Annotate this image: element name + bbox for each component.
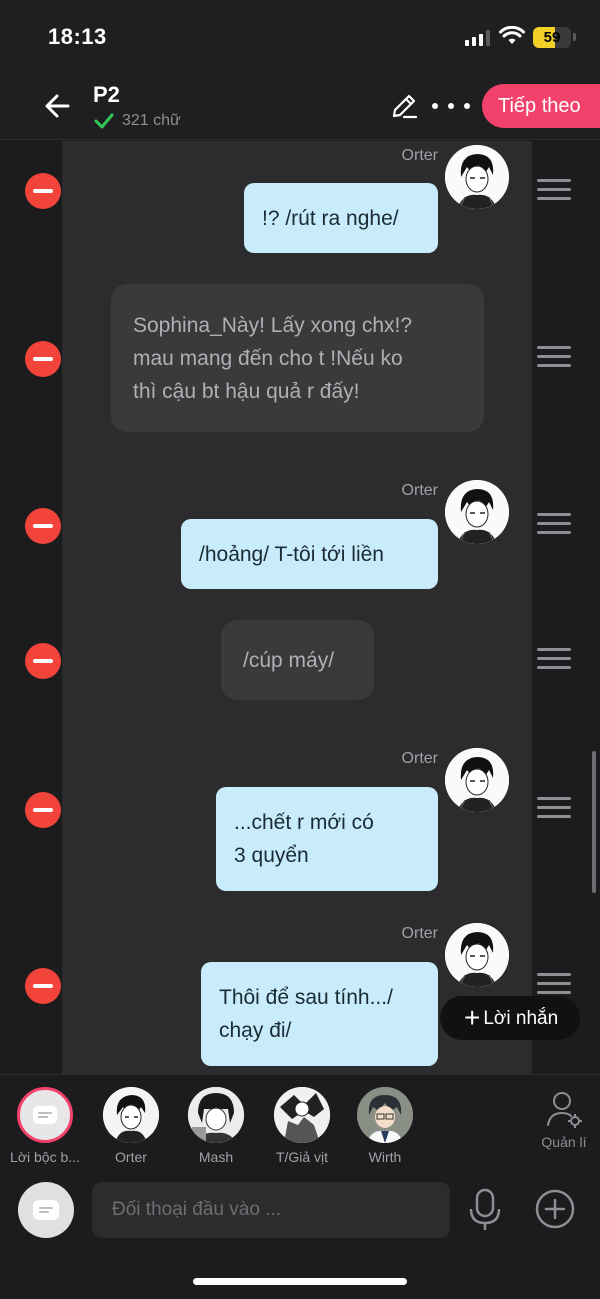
character-label: Orter — [115, 1149, 147, 1165]
character-label: Wirth — [368, 1149, 402, 1165]
message-line: !? /rút ra nghe/ — [262, 206, 399, 230]
character-label: Lời bộc b... — [10, 1149, 80, 1165]
dialogue-bubble[interactable]: Thôi để sau tính.../ chạy đi/ — [201, 962, 438, 1066]
delete-line-icon[interactable] — [25, 341, 61, 377]
dialogue-bubble[interactable]: /hoảng/ T-tôi tới liền — [181, 519, 438, 589]
chat-area[interactable]: Orter !? /rút ra nghe/Sophina_Này! Lấy xo… — [0, 141, 600, 1074]
drag-handle-icon[interactable] — [537, 797, 571, 819]
pencil-icon[interactable] — [390, 92, 418, 120]
message-line: chạy đi/ — [219, 1019, 292, 1042]
message-line: ...chết r mới có — [234, 811, 374, 834]
character-mash[interactable]: Mash — [176, 1087, 256, 1165]
wifi-icon — [499, 26, 525, 44]
microphone-icon[interactable] — [466, 1188, 504, 1232]
character-bar: Lời bộc b... Orter Mash T/Giả vịt Wirth … — [0, 1074, 600, 1170]
manage-user-icon — [547, 1092, 582, 1128]
narration-icon — [17, 1087, 73, 1143]
drag-handle-icon[interactable] — [537, 179, 571, 201]
character-giavit[interactable]: T/Giả vịt — [262, 1087, 342, 1165]
delete-line-icon[interactable] — [25, 643, 61, 679]
character-avatar — [357, 1087, 413, 1143]
narration-bubble[interactable]: Sophina_Này! Lấy xong chx!? mau mang đến … — [111, 284, 484, 432]
chapter-title: P2 — [93, 82, 120, 107]
drag-handle-icon[interactable] — [537, 973, 571, 995]
narration-bubble[interactable]: /cúp máy/ — [221, 620, 374, 700]
message-line: /hoảng/ T-tôi tới liền — [199, 542, 384, 566]
drag-handle-icon[interactable] — [537, 346, 571, 368]
speaker-avatar[interactable] — [445, 748, 509, 812]
character-wirth[interactable]: Wirth — [345, 1087, 425, 1165]
delete-line-icon[interactable] — [25, 792, 61, 828]
cellular-signal-icon — [465, 30, 491, 46]
speaker-name: Orter — [401, 147, 438, 164]
speaker-avatar[interactable] — [445, 923, 509, 987]
battery-level: 59 — [543, 29, 561, 46]
manage-label: Quản lí — [541, 1134, 587, 1150]
message-line: thì cậu bt hậu quả r đấy! — [133, 379, 360, 403]
word-count: 321 chữ — [122, 112, 181, 129]
delete-line-icon[interactable] — [25, 508, 61, 544]
speaker-name: Orter — [401, 750, 438, 767]
add-line-button[interactable]: + Lời nhắn — [440, 996, 580, 1040]
back-arrow-icon[interactable] — [42, 90, 74, 122]
add-circle-icon[interactable] — [534, 1188, 576, 1230]
speaker-avatar[interactable] — [445, 480, 509, 544]
drag-handle-icon[interactable] — [537, 513, 571, 535]
editor-header: P2 321 chữ Tiếp theo — [0, 76, 600, 140]
dialogue-input[interactable] — [92, 1182, 450, 1238]
battery-icon: 59 — [533, 27, 571, 48]
home-indicator — [193, 1278, 407, 1285]
narration-mode-button[interactable] — [18, 1182, 74, 1238]
message-box-icon — [33, 1200, 59, 1220]
character-avatar — [188, 1087, 244, 1143]
speaker-avatar[interactable] — [445, 145, 509, 209]
scrollbar[interactable] — [592, 751, 596, 893]
message-line: mau mang đến cho t !Nếu ko — [133, 346, 403, 370]
next-button[interactable]: Tiếp theo — [482, 84, 600, 128]
input-row — [0, 1170, 600, 1299]
character-label: T/Giả vịt — [275, 1149, 329, 1165]
delete-line-icon[interactable] — [25, 968, 61, 1004]
dialogue-bubble[interactable]: !? /rút ra nghe/ — [244, 183, 438, 253]
manage-characters-button[interactable]: Quản lí — [532, 1089, 596, 1150]
message-line: Sophina_Này! Lấy xong chx!? — [133, 313, 413, 337]
character-avatar — [274, 1087, 330, 1143]
drag-handle-icon[interactable] — [537, 648, 571, 670]
character-avatar — [103, 1087, 159, 1143]
more-options-icon[interactable] — [432, 93, 470, 119]
message-line: /cúp máy/ — [243, 648, 335, 672]
status-time: 18:13 — [48, 24, 107, 49]
message-line: Thôi để sau tính.../ — [219, 986, 393, 1009]
dialogue-bubble[interactable]: ...chết r mới có 3 quyển — [216, 787, 438, 891]
speaker-name: Orter — [401, 925, 438, 942]
character-orter[interactable]: Orter — [91, 1087, 171, 1165]
delete-line-icon[interactable] — [25, 173, 61, 209]
character-label: Mash — [198, 1149, 234, 1165]
check-icon — [94, 113, 114, 129]
message-line: 3 quyển — [234, 844, 309, 867]
add-line-label: Lời nhắn — [483, 1008, 559, 1029]
status-bar: 18:13 59 — [0, 0, 600, 76]
plus-icon: + — [464, 1002, 481, 1033]
character-narration[interactable]: Lời bộc b... — [5, 1087, 85, 1165]
speaker-name: Orter — [401, 482, 438, 499]
